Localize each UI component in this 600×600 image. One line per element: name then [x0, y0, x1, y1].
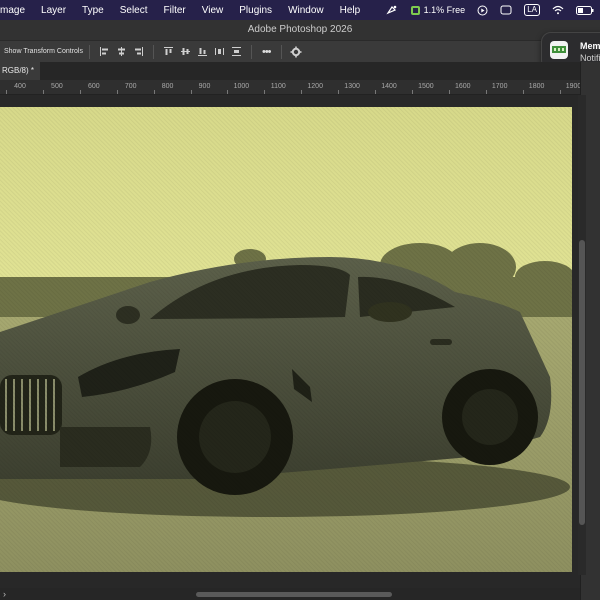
menu-plugins[interactable]: Plugins — [231, 5, 280, 16]
menu-window[interactable]: Window — [280, 5, 332, 16]
status-area: 1.1% Free LA — [386, 0, 594, 20]
align-center-icon[interactable] — [115, 46, 127, 58]
menu-bar: mage Layer Type Select Filter View Plugi… — [0, 0, 600, 20]
ruler-label: 1000 — [233, 83, 250, 90]
separator — [88, 44, 90, 59]
chevron-right-icon[interactable]: › — [3, 588, 6, 600]
ruler-label: 1400 — [381, 83, 397, 90]
document-tab-bar: RGB/8) * — [0, 62, 580, 80]
ruler-label: 1500 — [418, 83, 434, 90]
menu-view[interactable]: View — [194, 5, 232, 16]
image-canvas[interactable] — [0, 107, 572, 572]
ruler-tick — [522, 90, 524, 94]
ruler-label: 400 — [14, 83, 26, 90]
document-tab[interactable]: RGB/8) * — [0, 62, 41, 80]
menu-select[interactable]: Select — [112, 5, 156, 16]
ruler-label: 500 — [51, 83, 63, 90]
separator — [152, 44, 154, 59]
menu-filter[interactable]: Filter — [156, 5, 194, 16]
ruler-label: 1200 — [307, 83, 323, 90]
ruler-label: 800 — [161, 83, 174, 90]
ruler-tick — [559, 90, 561, 94]
ruler-tick — [264, 90, 266, 94]
menu-image[interactable]: mage — [0, 5, 33, 16]
ruler-tick — [411, 90, 413, 94]
distribute-spacing-icon[interactable] — [230, 46, 242, 58]
ruler-tick — [338, 90, 340, 94]
menu-layer[interactable]: Layer — [33, 5, 74, 16]
menu-help[interactable]: Help — [332, 5, 369, 16]
more-options-button[interactable]: ••• — [262, 46, 272, 58]
distribute-icon[interactable] — [213, 46, 225, 58]
horizontal-ruler: 400 500 600 700 800 900 1000 1100 1200 1300 1400 15… — [0, 80, 582, 95]
ruler-label: 1300 — [344, 83, 360, 90]
car-photo — [0, 107, 572, 572]
battery-icon[interactable] — [576, 5, 594, 15]
window-switch-icon[interactable] — [500, 5, 512, 15]
memory-icon — [410, 5, 421, 16]
align-middle-icon[interactable] — [179, 46, 191, 58]
ruler-tick — [79, 90, 81, 94]
canvas-area — [0, 95, 580, 588]
free-space-text: 1.1% Free — [423, 5, 466, 15]
horizontal-scroll-thumb[interactable] — [196, 592, 392, 597]
show-transform-controls-label[interactable]: Show Transform Controls — [4, 48, 83, 55]
gear-icon[interactable] — [290, 46, 302, 58]
ruler-tick — [6, 90, 7, 94]
ruler-label: 1100 — [270, 83, 286, 90]
ruler-tick — [116, 90, 118, 94]
separator — [250, 44, 252, 59]
menu-items: mage Layer Type Select Filter View Plugi… — [0, 0, 368, 20]
ruler-label: 600 — [87, 83, 100, 90]
ruler-label: 700 — [124, 83, 137, 90]
ruler-label: 1900 — [565, 83, 582, 90]
ruler-label: 1600 — [455, 83, 471, 90]
window-title: Adobe Photoshop 2026 — [0, 20, 600, 40]
play-icon[interactable] — [477, 5, 488, 16]
memory-status[interactable]: 1.1% Free — [410, 5, 466, 16]
vertical-scrollbar[interactable] — [578, 95, 586, 575]
align-left-icon[interactable] — [98, 46, 110, 58]
vertical-scroll-thumb[interactable] — [579, 240, 585, 525]
align-bottom-icon[interactable] — [196, 46, 208, 58]
memory-app-icon — [550, 41, 568, 59]
ruler-tick — [301, 90, 303, 94]
separator — [280, 44, 282, 59]
ruler-tick — [190, 90, 192, 94]
wifi-icon[interactable] — [552, 5, 564, 15]
ruler-label: 1800 — [528, 83, 545, 90]
ruler-label: 900 — [198, 83, 211, 90]
search-icon[interactable] — [386, 4, 398, 16]
input-source-badge[interactable]: LA — [524, 4, 540, 16]
ruler-tick — [227, 90, 229, 94]
ruler-label: 1700 — [491, 83, 508, 90]
horizontal-scrollbar[interactable]: › — [0, 588, 580, 600]
notification-title: Memo — [580, 41, 600, 51]
ruler-tick — [375, 90, 376, 94]
align-top-icon[interactable] — [162, 46, 174, 58]
options-bar: Show Transform Controls ••• — [0, 40, 600, 63]
align-right-icon[interactable] — [132, 46, 144, 58]
menu-type[interactable]: Type — [74, 5, 112, 16]
ruler-tick — [153, 90, 155, 94]
ruler-tick — [42, 90, 44, 94]
ruler-tick — [448, 90, 450, 94]
ruler-tick — [485, 90, 487, 94]
